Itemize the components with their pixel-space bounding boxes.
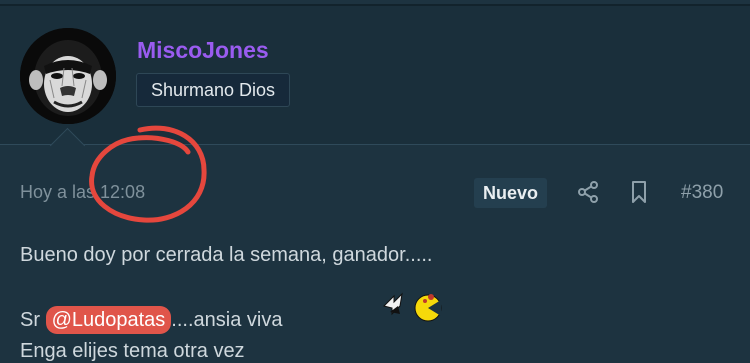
text-suffix: ....ansia viva bbox=[171, 309, 283, 331]
user-mention-link[interactable]: @Ludopatas bbox=[45, 306, 172, 334]
text-prefix: Sr bbox=[20, 309, 40, 331]
header-divider bbox=[0, 144, 750, 145]
post-user-header: MiscoJones Shurmano Dios bbox=[0, 6, 750, 144]
post-text-line-mention: Sr @Ludopatas ....ansia viva bbox=[20, 306, 282, 334]
bookmark-icon[interactable] bbox=[626, 179, 652, 205]
avatar[interactable] bbox=[20, 28, 116, 124]
pacman-emoji-icon bbox=[380, 288, 448, 328]
share-icon[interactable] bbox=[575, 179, 601, 205]
post-text-line: Bueno doy por cerrada la semana, ganador… bbox=[20, 244, 433, 266]
chimpanzee-avatar-icon bbox=[20, 28, 116, 124]
post-timestamp[interactable]: Hoy a las 12:08 bbox=[20, 182, 145, 203]
post-text-line: Enga elijes tema otra vez bbox=[20, 340, 245, 362]
new-badge: Nuevo bbox=[474, 178, 548, 208]
post-number-link[interactable]: #380 bbox=[681, 182, 723, 204]
username-link[interactable]: MiscoJones bbox=[137, 37, 269, 64]
user-title-badge: Shurmano Dios bbox=[136, 73, 291, 107]
